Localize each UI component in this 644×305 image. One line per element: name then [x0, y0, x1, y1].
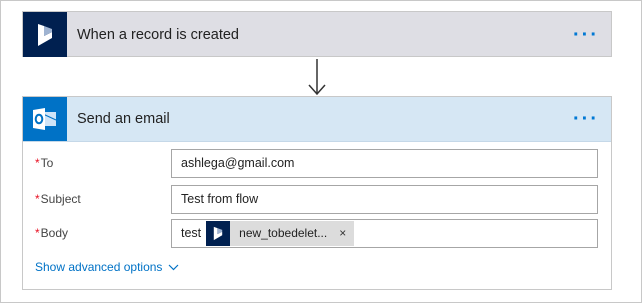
to-label-text: To — [40, 156, 54, 170]
to-field[interactable]: ashlega@gmail.com — [171, 148, 598, 178]
chevron-down-icon — [169, 264, 179, 270]
required-marker: * — [35, 192, 40, 206]
subject-field[interactable]: Test from flow — [171, 184, 598, 214]
body-field[interactable]: test new_tobedelet... × — [171, 218, 598, 248]
token-label: new_tobedelet... — [239, 226, 328, 240]
action-title: Send an email — [77, 111, 170, 127]
action-more-options-button[interactable]: ··· — [573, 109, 599, 129]
subject-label: *Subject — [35, 192, 81, 206]
body-text: test — [181, 226, 202, 240]
to-label: *To — [35, 156, 53, 170]
to-value: ashlega@gmail.com — [181, 156, 295, 170]
subject-label-text: Subject — [40, 192, 81, 206]
trigger-card[interactable]: When a record is created ··· — [22, 11, 612, 57]
dynamic-content-token[interactable]: new_tobedelet... × — [206, 220, 355, 246]
required-marker: * — [35, 226, 40, 240]
subject-value: Test from flow — [181, 192, 259, 206]
trigger-header[interactable]: When a record is created ··· — [23, 12, 611, 57]
to-row: *To ashlega@gmail.com — [23, 148, 611, 178]
subject-row: *Subject Test from flow — [23, 184, 611, 214]
advanced-options-label: Show advanced options — [35, 260, 163, 274]
body-label-text: Body — [40, 226, 69, 240]
arrow-down-icon — [308, 59, 326, 96]
dynamics-icon — [206, 220, 231, 246]
action-header[interactable]: Send an email ··· — [23, 97, 611, 142]
action-card[interactable]: Send an email ··· *To ashlega@gmail.com … — [22, 96, 612, 290]
token-remove-button[interactable]: × — [333, 226, 354, 240]
required-marker: * — [35, 156, 40, 170]
trigger-more-options-button[interactable]: ··· — [573, 25, 599, 45]
trigger-title: When a record is created — [77, 26, 239, 43]
body-row: *Body test new_tobedelet... × — [23, 218, 611, 248]
dynamics-icon — [23, 12, 67, 57]
body-label: *Body — [35, 226, 68, 240]
outlook-icon — [23, 97, 67, 141]
show-advanced-options-link[interactable]: Show advanced options — [35, 260, 179, 274]
